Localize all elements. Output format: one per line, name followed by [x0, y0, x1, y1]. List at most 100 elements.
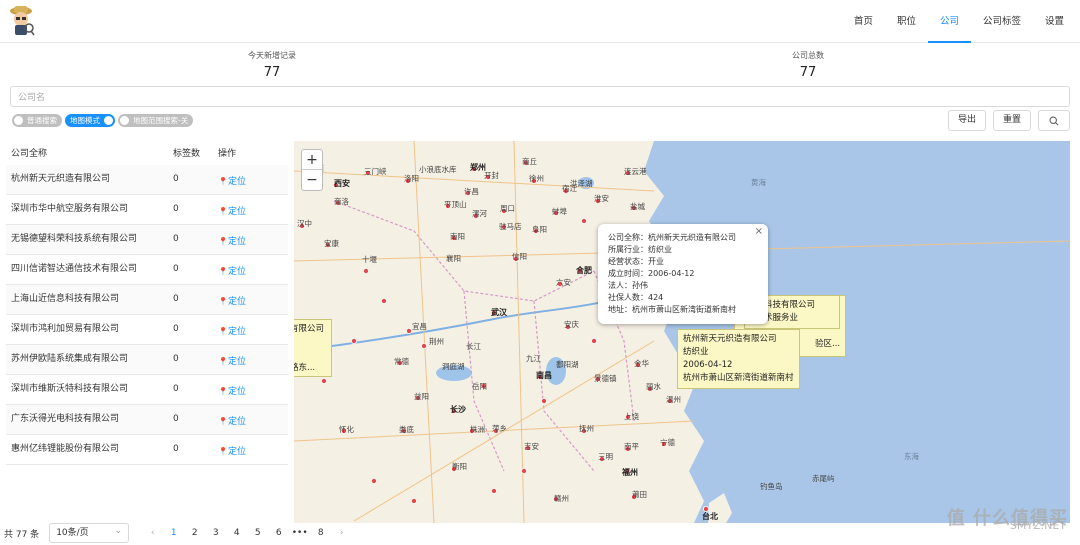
locate-link[interactable]: 📍定位	[218, 225, 288, 254]
col-actions: 操作	[218, 149, 237, 159]
city-marker	[590, 337, 597, 344]
zoom-out-button[interactable]: −	[302, 170, 322, 190]
map-tooltip-left[interactable]: 有限公司 路东...	[294, 319, 332, 377]
col-company-name: 公司全称	[11, 149, 48, 159]
label-yancheng: 盐城	[630, 202, 645, 211]
tag-count-cell: 0	[173, 294, 179, 304]
page-1[interactable]: 1	[164, 528, 183, 538]
table-row[interactable]: 惠州亿纬锂能股份有限公司 0 📍定位	[6, 435, 288, 465]
table-row[interactable]: 杭州新天元织造有限公司 0 📍定位	[6, 165, 288, 195]
table-row[interactable]: 广东沃得光电科技有限公司 0 📍定位	[6, 405, 288, 435]
label-dongting: 洞庭湖	[442, 362, 465, 371]
label-xuzhou: 徐州	[529, 174, 544, 183]
tag-count-cell: 0	[173, 174, 179, 184]
table-row[interactable]: 苏州伊欧陆系统集成有限公司 0 📍定位	[6, 345, 288, 375]
locate-link[interactable]: 📍定位	[218, 345, 288, 374]
tooltip-left-line: 有限公司	[294, 324, 325, 334]
locate-link[interactable]: 📍定位	[218, 195, 288, 224]
locate-link[interactable]: 📍定位	[218, 315, 288, 344]
stats-panel: 今天新增记录 77 公司总数 77	[0, 50, 1080, 84]
label-shiyan: 十堰	[362, 255, 377, 264]
label-chiwei: 赤尾屿	[812, 474, 835, 483]
nav-company-tags[interactable]: 公司标签	[971, 0, 1033, 43]
detective-logo-icon[interactable]	[6, 4, 36, 38]
company-name-cell: 深圳市华中航空服务有限公司	[11, 204, 129, 214]
reset-button[interactable]: 重置	[992, 110, 1031, 131]
company-name-cell: 无锡德望科荣科技系统有限公司	[11, 234, 138, 244]
city-marker	[381, 297, 388, 304]
locate-label: 定位	[227, 177, 246, 187]
label-loudi: 娄底	[399, 425, 414, 434]
col-tag-count: 标签数	[173, 149, 201, 159]
pagination: ‹ 1 2 3 4 5 6 ••• 8 ›	[143, 528, 351, 538]
location-pin-icon: 📍	[218, 387, 228, 396]
page-5[interactable]: 5	[248, 528, 267, 538]
locate-link[interactable]: 📍定位	[218, 375, 288, 404]
map-range-search-toggle[interactable]: 地图范围搜索-关	[118, 114, 194, 127]
close-icon[interactable]: ×	[755, 226, 763, 238]
locate-link[interactable]: 📍定位	[218, 405, 288, 434]
prev-page-button[interactable]: ‹	[143, 528, 162, 538]
map-mode-toggle[interactable]: 地图模式	[65, 114, 115, 127]
table-row[interactable]: 上海山近信息科技有限公司 0 📍定位	[6, 285, 288, 315]
label-shangqiu: 商丘	[522, 157, 537, 166]
city-marker	[520, 467, 527, 474]
locate-label: 定位	[227, 387, 246, 397]
page-6[interactable]: 6	[269, 528, 288, 538]
nav-jobs[interactable]: 职位	[885, 0, 928, 43]
tag-count-cell: 0	[173, 384, 179, 394]
nav-companies[interactable]: 公司	[927, 0, 971, 43]
popup-line: 成立时间：2006-04-12	[608, 269, 695, 278]
locate-link[interactable]: 📍定位	[218, 255, 288, 284]
table-row[interactable]: 四川信诺智达通信技术有限公司 0 📍定位	[6, 255, 288, 285]
next-page-button[interactable]: ›	[332, 528, 351, 538]
map-view[interactable]: 黄海 东海 钓鱼岛 赤尾屿 洞庭湖 鄱阳湖 长江 小浪底水库 洪泽湖 襄阳 十堰…	[294, 141, 1070, 523]
city-marker	[490, 487, 497, 494]
locate-link[interactable]: 📍定位	[218, 285, 288, 314]
label-xiangyang: 襄阳	[446, 254, 461, 263]
locate-label: 定位	[227, 357, 246, 367]
label-pingxiang: 萍乡	[492, 424, 507, 433]
city-marker	[320, 377, 327, 384]
table-row[interactable]: 深圳市维斯沃特科技有限公司 0 📍定位	[6, 375, 288, 405]
tag-count-cell: 0	[173, 264, 179, 274]
label-changde: 常德	[394, 357, 409, 366]
today-new-label: 今天新增记录	[248, 51, 296, 60]
page-3[interactable]: 3	[206, 528, 225, 538]
city-marker	[363, 268, 370, 275]
page-4[interactable]: 4	[227, 528, 246, 538]
location-pin-icon: 📍	[218, 297, 228, 306]
company-search-input[interactable]	[10, 86, 1070, 107]
label-anqing: 安庆	[564, 320, 579, 329]
company-info-popup: × 公司全称：杭州新天元织造有限公司 所属行业：纺织业 经营状态：开业 成立时间…	[598, 224, 768, 324]
label-yueyang: 岳阳	[472, 382, 487, 391]
location-pin-icon: 📍	[218, 417, 228, 426]
locate-link[interactable]: 📍定位	[218, 165, 288, 194]
page-2[interactable]: 2	[185, 528, 204, 538]
location-pin-icon: 📍	[218, 177, 228, 186]
table-row[interactable]: 深圳市鸿利加贸易有限公司 0 📍定位	[6, 315, 288, 345]
label-jingdezhen: 景德镇	[594, 374, 617, 383]
export-button[interactable]: 导出	[947, 110, 986, 131]
watermark-url: SMYZ.NET	[1009, 519, 1066, 532]
page-8[interactable]: 8	[311, 528, 330, 538]
location-pin-icon: 📍	[218, 267, 228, 276]
page-ellipsis[interactable]: •••	[290, 528, 309, 538]
city-hefei: 合肥	[576, 266, 592, 275]
table-row[interactable]: 深圳市华中航空服务有限公司 0 📍定位	[6, 195, 288, 225]
locate-link[interactable]: 📍定位	[218, 435, 288, 464]
search-button[interactable]	[1038, 110, 1070, 131]
label-yichang: 宜昌	[412, 322, 427, 331]
locate-label: 定位	[227, 417, 246, 427]
company-name-cell: 广东沃得光电科技有限公司	[11, 414, 120, 424]
zoom-in-button[interactable]: +	[302, 150, 322, 170]
nav-settings[interactable]: 设置	[1033, 0, 1076, 43]
map-tooltip-main[interactable]: 杭州新天元织造有限公司 纺织业 2006-04-12 杭州市萧山区新湾街道新南村	[677, 329, 800, 389]
table-row[interactable]: 无锡德望科荣科技系统有限公司 0 📍定位	[6, 225, 288, 255]
today-new-stat: 今天新增记录 77	[172, 50, 372, 80]
normal-search-toggle[interactable]: 普通搜索	[12, 114, 62, 127]
page-size-select[interactable]: 10条/页	[49, 522, 130, 543]
label-luohe: 漯河	[472, 209, 487, 218]
label-yellow-sea: 黄海	[751, 178, 766, 187]
nav-home[interactable]: 首页	[842, 0, 885, 43]
